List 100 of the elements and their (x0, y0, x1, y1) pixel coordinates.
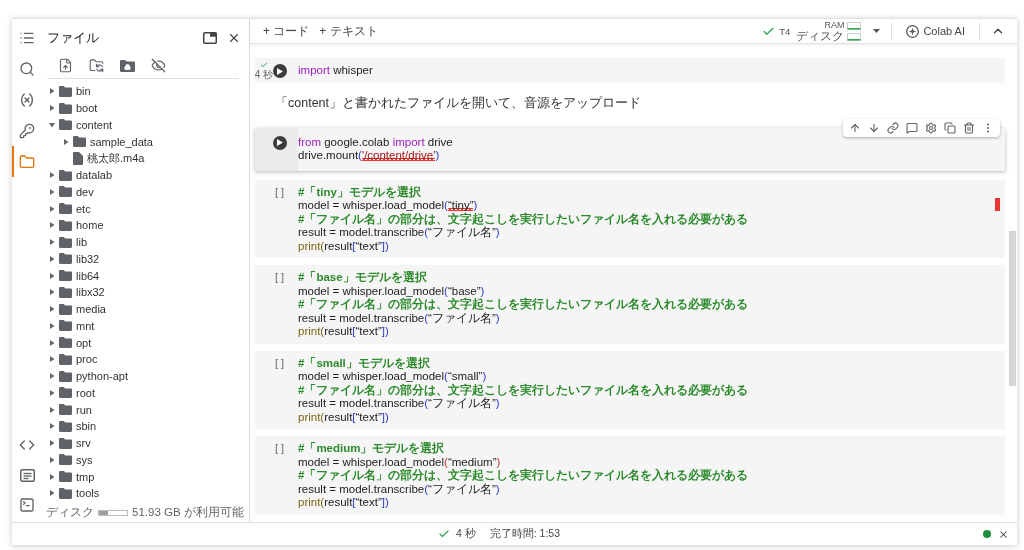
folder-icon (59, 437, 72, 449)
scrollbar[interactable] (1009, 231, 1016, 386)
colab-ai-button[interactable]: Colab AI (903, 22, 968, 40)
markdown-text: 「content」と書かれたファイルを開いて、音源をアップロード (274, 94, 642, 112)
folder-name[interactable]: lib64 (76, 269, 100, 282)
add-code-button[interactable]: + コード (258, 20, 315, 42)
code-line: from google.colab import drive (298, 135, 454, 149)
folder-name[interactable]: proc (76, 353, 98, 366)
folder-name[interactable]: media (76, 303, 106, 316)
folder-name[interactable]: etc (76, 202, 91, 215)
folder-name[interactable]: python-apt (76, 370, 128, 383)
cell-prompt[interactable]: [ ] (275, 442, 285, 456)
caret-icon[interactable] (49, 222, 55, 229)
run-button[interactable] (273, 64, 287, 78)
folder-name[interactable]: sys (76, 453, 93, 466)
folder-name[interactable]: sbin (76, 420, 97, 433)
caret-icon[interactable] (49, 255, 55, 262)
folder-name[interactable]: tools (76, 487, 100, 500)
caret-icon[interactable] (49, 322, 55, 329)
dropdown-caret-icon[interactable] (873, 29, 881, 33)
folder-name[interactable]: datalab (76, 169, 113, 182)
copy-icon[interactable] (944, 121, 956, 134)
settings-icon[interactable] (925, 121, 937, 134)
caret-icon[interactable] (49, 406, 55, 413)
folder-name[interactable]: mnt (76, 319, 95, 332)
folder-name[interactable]: libx32 (76, 286, 105, 299)
folder-name[interactable]: boot (76, 102, 98, 115)
folder-icon (59, 353, 72, 365)
folder-name[interactable]: lib32 (76, 252, 100, 265)
caret-icon[interactable] (49, 423, 55, 430)
cell-prompt[interactable]: [ ] (275, 271, 285, 285)
folder-name[interactable]: run (76, 403, 92, 416)
file-icon (73, 151, 83, 165)
caret-icon[interactable] (49, 121, 55, 128)
close-icon[interactable] (998, 528, 1009, 540)
code-line: import whisper (298, 64, 374, 78)
caret-icon[interactable] (49, 272, 55, 279)
folder-icon (59, 236, 72, 248)
caret-icon[interactable] (49, 356, 55, 363)
code-line: #「tiny」モデルを選択 (298, 185, 422, 199)
cell-prompt[interactable]: [ ] (275, 356, 285, 370)
caret-icon[interactable] (49, 188, 55, 195)
comment-icon[interactable] (906, 121, 918, 134)
code-line: #「ファイル名」の部分は、文字起こしを実行したいファイル名を入れる必要がある (298, 469, 750, 483)
folder-name[interactable]: root (76, 386, 95, 399)
code-cell[interactable]: [ ] #「small」モデルを選択 model = whisper.load_model(“small”) #「ファイル名」の部分は、文字起こしを実行したいファイル名を入れる必要がある result = model.transcribe(“ファイル名”) print(result[“text”]) (255, 350, 1005, 429)
code-cell[interactable]: [ ] #「base」モデルを選択 model = whisper.load_model(“base”) #「ファイル名」の部分は、文字起こしを実行したいファイル名を入れる必要がある result = model.transcribe(“ファイル名”) print(result[“text”]) (255, 265, 1005, 344)
arrow-up-icon[interactable] (849, 121, 861, 134)
caret-icon[interactable] (49, 306, 55, 313)
folder-name[interactable]: content (76, 118, 113, 131)
code-cell[interactable]: 4 秒 import whisper (255, 58, 1005, 83)
folder-name[interactable]: tmp (76, 470, 95, 483)
caret-icon[interactable] (49, 205, 55, 212)
add-text-button[interactable]: + テキスト (314, 20, 383, 42)
folder-sync-icon[interactable] (89, 58, 104, 73)
trash-icon[interactable] (963, 121, 975, 134)
folder-name[interactable]: bin (76, 85, 91, 98)
code-line: #「medium」モデルを選択 (298, 442, 446, 456)
caret-icon[interactable] (49, 88, 55, 95)
folder-name[interactable]: home (76, 219, 104, 232)
folder-icon (59, 370, 72, 382)
file-name[interactable]: 桃太郎.m4a (87, 150, 145, 166)
folder-name[interactable]: lib (76, 236, 87, 249)
arrow-down-icon[interactable] (868, 121, 880, 134)
caret-icon[interactable] (49, 473, 55, 480)
folder-icon (59, 219, 72, 231)
text-box-icon (19, 468, 35, 482)
code-line: print(result[“text”]) (298, 410, 390, 424)
caret-icon[interactable] (49, 289, 55, 296)
caret-icon[interactable] (63, 138, 69, 145)
folder-icon (59, 337, 72, 349)
folder-name[interactable]: opt (76, 336, 92, 349)
folder-icon (59, 404, 72, 416)
eye-off-icon[interactable] (151, 58, 166, 73)
caret-icon[interactable] (49, 490, 55, 497)
execution-time: 4 秒 (254, 69, 274, 80)
close-icon[interactable] (227, 31, 241, 45)
variable-icon (19, 91, 35, 108)
caret-icon[interactable] (49, 172, 55, 179)
runtime-label[interactable]: T4 (779, 25, 791, 37)
file-upload-icon[interactable] (58, 58, 73, 73)
code-cell[interactable]: [ ] #「medium」モデルを選択 model = whisper.load_model(“medium”) #「ファイル名」の部分は、文字起こしを実行したいファイル名を入れる必要がある result = model.transcribe(“ファイル名”) print(result[“text”]) (255, 436, 1005, 515)
folder-name[interactable]: sample_data (90, 135, 153, 148)
link-icon[interactable] (887, 121, 899, 134)
drive-folder-icon[interactable] (120, 59, 135, 72)
caret-icon[interactable] (49, 373, 55, 380)
folder-name[interactable]: srv (76, 437, 91, 450)
window-icon[interactable] (203, 32, 217, 44)
run-button[interactable] (273, 135, 287, 150)
caret-icon[interactable] (49, 440, 55, 447)
caret-icon[interactable] (49, 239, 55, 246)
folder-name[interactable]: dev (76, 185, 94, 198)
caret-icon[interactable] (49, 389, 55, 396)
code-line: model = whisper.load_model(“base”) (298, 284, 486, 297)
search-icon (19, 60, 35, 77)
caret-icon[interactable] (49, 105, 55, 112)
code-line: print(result[“text”]) (298, 325, 390, 339)
caret-icon[interactable] (49, 456, 55, 463)
caret-icon[interactable] (49, 339, 55, 346)
cell-prompt[interactable]: [ ] (275, 185, 285, 199)
